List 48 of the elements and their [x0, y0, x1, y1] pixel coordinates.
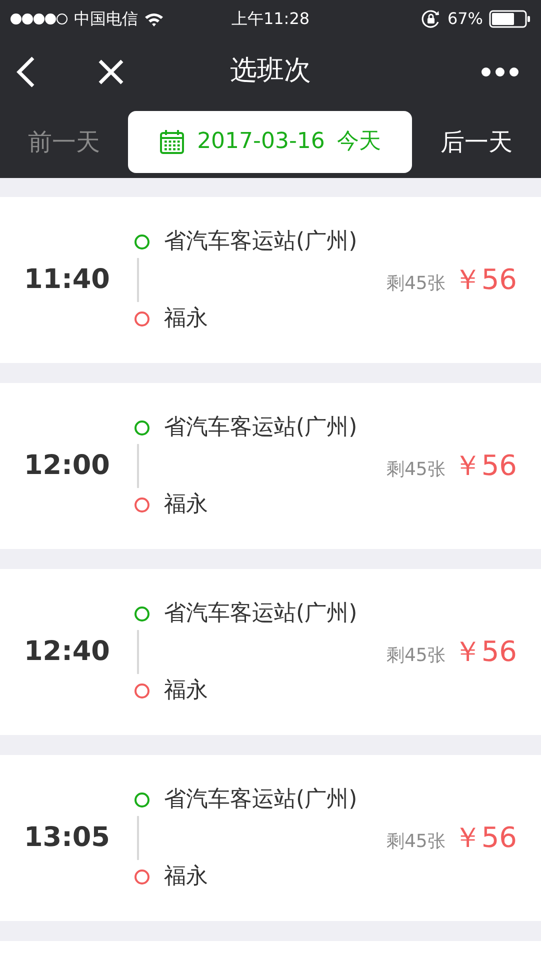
trip-card[interactable]: 12:00 省汽车客运站(广州) 福永 剩45张 ￥56 — [0, 383, 541, 549]
ticket-price: ￥56 — [453, 448, 517, 484]
departure-time: 12:40 — [24, 634, 111, 669]
wifi-icon — [144, 12, 164, 26]
ticket-price: ￥56 — [453, 820, 517, 856]
origin-station: 省汽车客运站(广州) — [164, 600, 358, 628]
ticket-price: ￥56 — [453, 262, 517, 298]
destination-dot-icon — [134, 682, 150, 698]
origin-dot-icon — [134, 420, 150, 436]
origin-station: 省汽车客运站(广州) — [164, 414, 358, 442]
destination-station: 福永 — [164, 677, 208, 705]
seats-remaining: 剩45张 — [386, 830, 446, 854]
origin-dot-icon — [134, 792, 150, 808]
ticket-price: ￥56 — [453, 634, 517, 670]
back-icon — [16, 56, 36, 88]
destination-dot-icon — [134, 496, 150, 512]
origin-dot-icon — [134, 234, 150, 250]
rotation-lock-icon — [421, 9, 442, 29]
trip-card[interactable]: 11:40 省汽车客运站(广州) 福永 剩45张 ￥56 — [0, 197, 541, 363]
calendar-icon — [159, 128, 186, 154]
destination-dot-icon — [134, 310, 150, 326]
signal-icon — [10, 13, 68, 25]
prev-day-button[interactable]: 前一天 — [0, 124, 128, 160]
origin-station: 省汽车客运站(广州) — [164, 786, 358, 814]
origin-dot-icon — [134, 606, 150, 622]
close-icon — [98, 58, 124, 84]
departure-time: 12:00 — [24, 448, 111, 483]
destination-station: 福永 — [164, 863, 208, 891]
page-title: 选班次 — [230, 54, 311, 88]
departure-time: 13:05 — [24, 820, 111, 855]
battery-icon — [489, 10, 531, 28]
today-label: 今天 — [336, 128, 381, 156]
battery-percent: 67% — [447, 8, 483, 30]
destination-station: 福永 — [164, 491, 208, 519]
seats-remaining: 剩45张 — [386, 458, 446, 482]
origin-station: 省汽车客运站(广州) — [164, 228, 358, 256]
date-text: 2017-03-16 — [197, 128, 325, 156]
destination-dot-icon — [134, 868, 150, 884]
departure-time: 11:40 — [24, 262, 111, 297]
status-time: 上午11:28 — [231, 8, 310, 30]
next-day-button[interactable]: 后一天 — [412, 124, 541, 160]
more-icon — [481, 66, 519, 76]
destination-station: 福永 — [164, 305, 208, 333]
seats-remaining: 剩45张 — [386, 272, 446, 296]
seats-remaining: 剩45张 — [386, 644, 446, 668]
carrier-name: 中国电信 — [74, 8, 138, 30]
trip-card[interactable]: 13:05 省汽车客运站(广州) 福永 剩45张 ￥56 — [0, 755, 541, 921]
trip-card[interactable]: 12:40 省汽车客运站(广州) 福永 剩45张 ￥56 — [0, 569, 541, 735]
